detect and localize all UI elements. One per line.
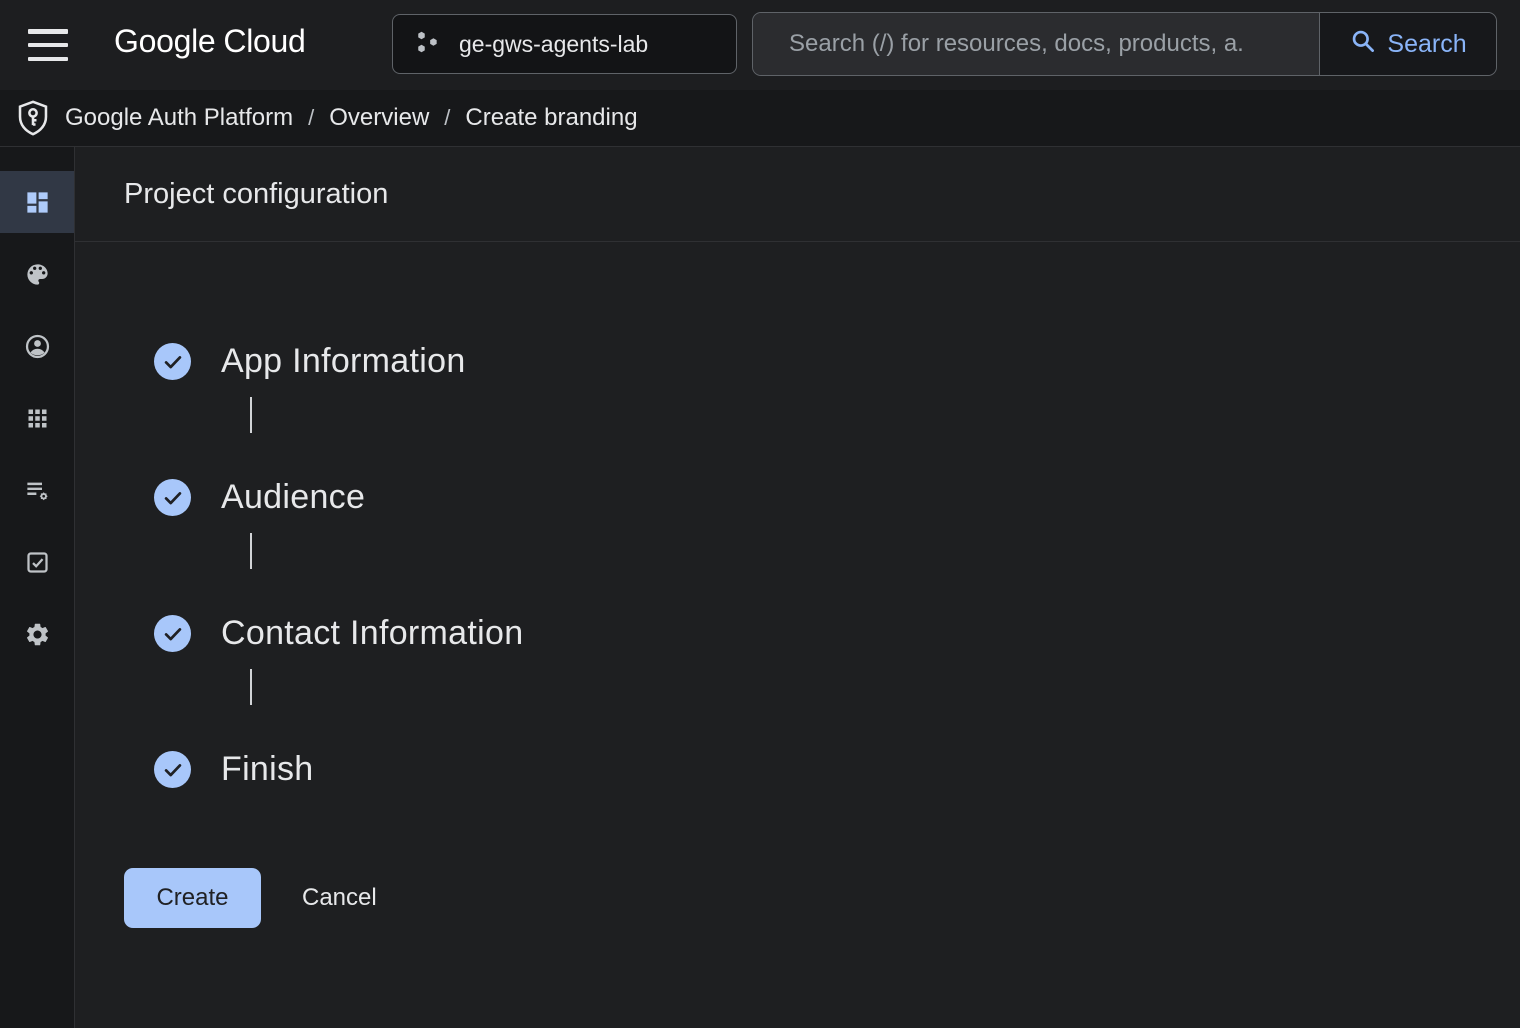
sidebar-item-verification[interactable] [0,531,74,593]
search-button-label: Search [1387,30,1466,59]
sidebar-item-clients[interactable] [0,387,74,449]
step-finish: Finish [154,750,1520,790]
step-connector-line [250,397,252,433]
breadcrumb-separator: / [308,105,314,131]
logo-google-text: Google [114,23,215,59]
form-actions: Create Cancel [124,868,1520,928]
step-app-information: App Information [154,342,1520,478]
sidebar-item-audience[interactable] [0,315,74,377]
step-completed-check-icon [154,343,191,380]
breadcrumb-separator: / [444,105,450,131]
step-label: App Information [221,342,466,381]
create-button[interactable]: Create [124,868,261,928]
search-input[interactable] [753,13,1319,75]
step-label: Contact Information [221,614,523,653]
sidebar-item-branding[interactable] [0,243,74,305]
top-bar: GoogleCloud ge-gws-agents-lab Search [0,0,1520,90]
menu-hamburger-icon[interactable] [28,29,68,61]
step-label: Finish [221,750,314,789]
step-label: Audience [221,478,365,517]
project-icon [415,29,441,60]
gear-icon [24,621,51,648]
dashboard-icon [24,189,51,216]
step-completed-check-icon [154,615,191,652]
breadcrumb-item-google-auth-platform[interactable]: Google Auth Platform [65,104,293,132]
palette-icon [24,261,51,288]
step-contact-information: Contact Information [154,614,1520,750]
breadcrumb-item-create-branding[interactable]: Create branding [465,104,637,132]
step-completed-check-icon [154,479,191,516]
sidebar-item-overview[interactable] [0,171,74,233]
search-icon [1349,27,1376,61]
auth-platform-shield-key-icon [13,98,53,138]
step-audience: Audience [154,478,1520,614]
apps-grid-icon [24,405,51,432]
list-settings-icon [24,477,51,504]
project-selector-label: ge-gws-agents-lab [459,31,648,58]
sidebar [0,147,75,1028]
configuration-stepper: App Information Audience C [75,242,1520,790]
logo-cloud-text: Cloud [223,23,305,59]
cancel-button[interactable]: Cancel [302,884,377,912]
checkbox-icon [24,549,51,576]
person-icon [24,333,51,360]
project-selector[interactable]: ge-gws-agents-lab [392,14,737,74]
step-connector-line [250,533,252,569]
sidebar-item-data-access[interactable] [0,459,74,521]
breadcrumb-item-overview[interactable]: Overview [329,104,429,132]
breadcrumb: Google Auth Platform / Overview / Create… [0,90,1520,147]
page-title: Project configuration [124,178,388,211]
search-button[interactable]: Search [1319,13,1496,75]
search-bar: Search [752,12,1497,76]
step-completed-check-icon [154,751,191,788]
step-connector-line [250,669,252,705]
main-content: Project configuration App Information Au… [75,147,1520,1028]
google-cloud-logo[interactable]: GoogleCloud [114,23,306,60]
sidebar-item-settings[interactable] [0,603,74,665]
